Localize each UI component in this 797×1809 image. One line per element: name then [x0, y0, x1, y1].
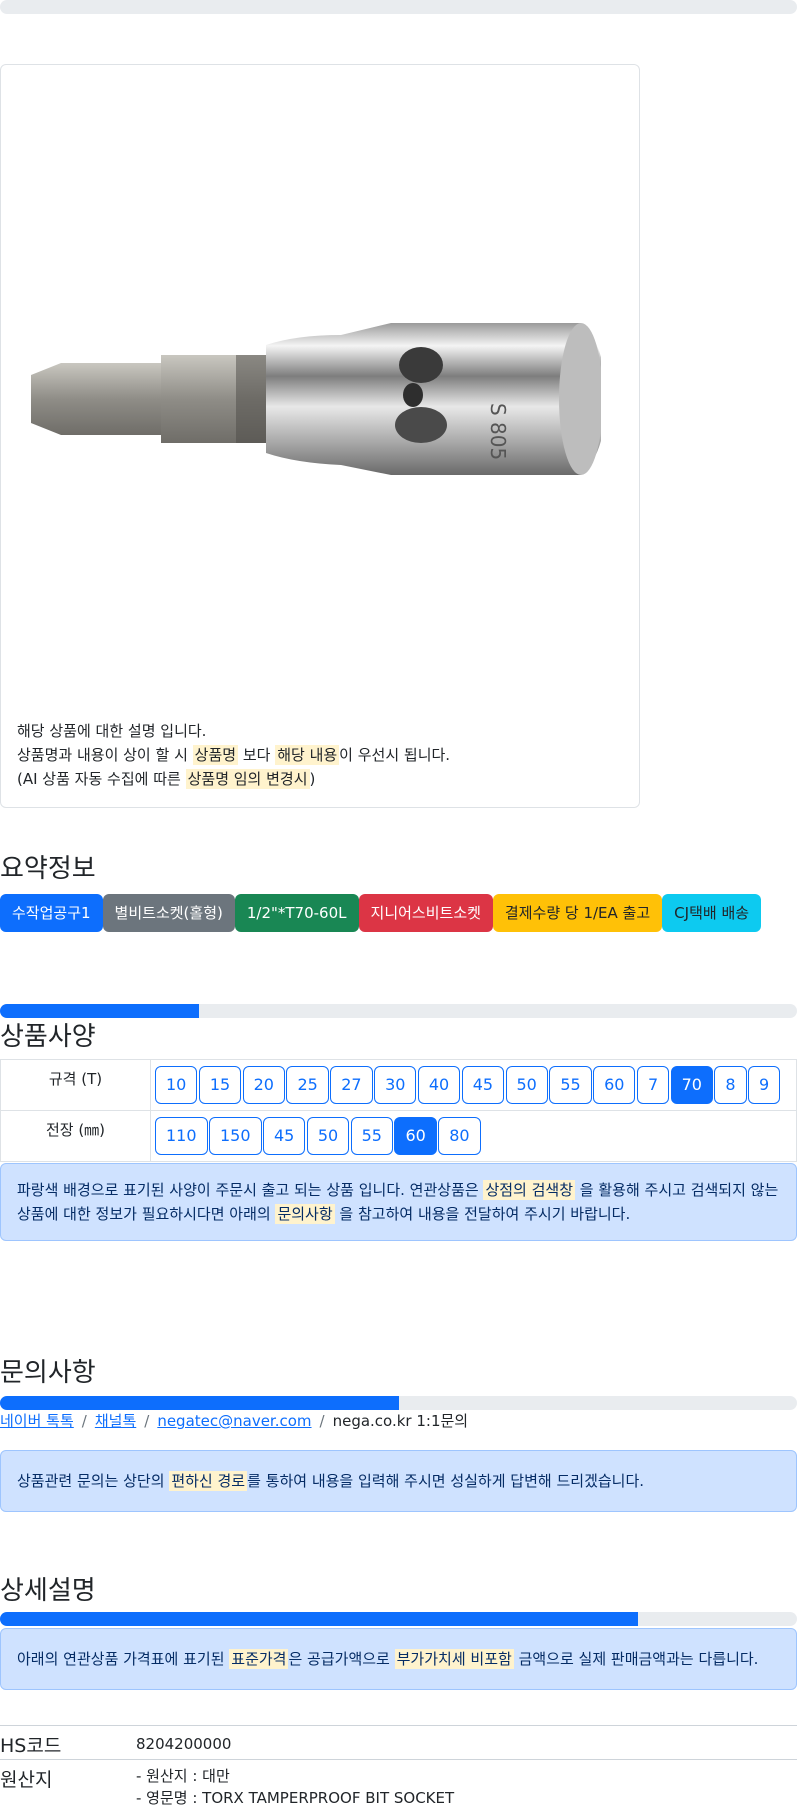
spec-label: 전장 (㎜) [0, 1110, 151, 1162]
spec-option[interactable]: 55 [350, 1117, 393, 1155]
spec-row-length: 전장 (㎜) 110 150 45 50 55 60 80 [0, 1110, 797, 1162]
note-text: 보다 [238, 746, 276, 764]
naver-talktalk-link[interactable]: 네이버 톡톡 [0, 1412, 74, 1430]
badge-category[interactable]: 수작업공구1 [0, 894, 103, 932]
site-inquiry-text: nega.co.kr 1:1문의 [332, 1412, 469, 1430]
summary-badges: 수작업공구1 별비트소켓(홀형) 1/2"*T70-60L 지니어스비트소켓 결… [0, 894, 762, 932]
spec-options: 10 15 20 25 27 30 40 45 50 55 60 7 70 8 … [150, 1059, 797, 1111]
alert-highlight: 편하신 경로 [169, 1471, 248, 1491]
detail-title: 상세설명 [0, 1576, 96, 1606]
svg-text:S 805: S 805 [486, 403, 510, 460]
spec-option[interactable]: 50 [505, 1066, 548, 1104]
spec-option[interactable]: 7 [636, 1066, 670, 1104]
origin-values: - 원산지 : 대만 - 영문명 : TORX TAMPERPROOF BIT … [136, 1765, 454, 1809]
spec-title: 상품사양 [0, 1022, 96, 1052]
alert-text: 을 참고하여 내용을 전달하여 주시기 바랍니다. [334, 1205, 631, 1223]
origin-label: 원산지 [0, 1769, 53, 1791]
spec-option[interactable]: 27 [330, 1066, 373, 1104]
spec-alert: 파랑색 배경으로 표기된 사양이 주문시 출고 되는 상품 입니다. 연관상품은… [0, 1163, 797, 1241]
alert-highlight: 상점의 검색창 [483, 1180, 576, 1200]
email-link[interactable]: negatec@naver.com [157, 1412, 311, 1430]
spec-option[interactable]: 110 [155, 1117, 208, 1155]
note-text: 이 우선시 됩니다. [339, 746, 451, 764]
alert-highlight: 부가가치세 비포함 [394, 1649, 514, 1669]
origin-row: 원산지 - 원산지 : 대만 - 영문명 : TORX TAMPERPROOF … [0, 1759, 797, 1808]
spec-option[interactable]: 150 [209, 1117, 262, 1155]
spec-option[interactable]: 60 [593, 1066, 636, 1104]
inquiry-progress-fill [0, 1396, 399, 1410]
alert-highlight: 표준가격 [229, 1649, 289, 1669]
alert-text: 상품관련 문의는 상단의 [17, 1472, 170, 1490]
spec-option[interactable]: 20 [242, 1066, 285, 1104]
origin-country: - 원산지 : 대만 [136, 1767, 230, 1785]
spec-option[interactable]: 55 [549, 1066, 592, 1104]
detail-progress-fill [0, 1612, 638, 1626]
spec-row-size: 규격 (T) 10 15 20 25 27 30 40 45 50 55 60 … [0, 1059, 797, 1111]
hs-code-row: HS코드 8204200000 [0, 1725, 797, 1759]
channeltalk-link[interactable]: 채널톡 [95, 1412, 136, 1430]
note-line-3: (AI 상품 자동 수집에 따른 상품명 임의 변경시) [17, 767, 450, 791]
note-text: (AI 상품 자동 수집에 따른 [17, 770, 186, 788]
note-text: 상품명과 내용이 상이 할 시 [17, 746, 193, 764]
product-image-card: S 805 해당 상품에 대한 설명 입니다. 상품명과 내용이 상이 할 시 … [0, 64, 640, 808]
inquiry-progress-bar [0, 1396, 797, 1410]
summary-title: 요약정보 [0, 854, 96, 884]
spec-option[interactable]: 80 [438, 1117, 481, 1155]
alert-text: 은 공급가액으로 [288, 1650, 395, 1668]
spec-option[interactable]: 45 [263, 1117, 306, 1155]
spec-option[interactable]: 15 [198, 1066, 242, 1104]
alert-text: 아래의 연관상품 가격표에 표기된 [17, 1650, 230, 1668]
spec-option[interactable]: 45 [461, 1066, 505, 1104]
spec-option[interactable]: 40 [417, 1066, 461, 1104]
spec-options: 110 150 45 50 55 60 80 [150, 1110, 797, 1162]
product-note: 해당 상품에 대한 설명 입니다. 상품명과 내용이 상이 할 시 상품명 보다… [17, 719, 450, 791]
badge-spec[interactable]: 1/2"*T70-60L [234, 894, 359, 932]
link-separator: / [144, 1412, 150, 1430]
origin-english-name: - 영문명 : TORX TAMPERPROOF BIT SOCKET [136, 1789, 455, 1807]
inquiry-title: 문의사항 [0, 1358, 96, 1388]
spec-option-selected[interactable]: 60 [394, 1117, 437, 1155]
spec-label: 규격 (T) [0, 1059, 151, 1111]
alert-highlight: 문의사항 [275, 1204, 335, 1224]
spec-table: 규격 (T) 10 15 20 25 27 30 40 45 50 55 60 … [0, 1059, 797, 1162]
spec-option[interactable]: 9 [748, 1066, 781, 1104]
alert-text: 파랑색 배경으로 표기된 사양이 주문시 출고 되는 상품 입니다. 연관상품은 [17, 1181, 484, 1199]
note-highlight: 상품명 [192, 745, 239, 765]
spec-option[interactable]: 30 [374, 1066, 417, 1104]
hs-code-label: HS코드 [0, 1735, 62, 1757]
note-highlight: 해당 내용 [275, 745, 340, 765]
note-text: ) [309, 770, 316, 788]
torx-bit-socket-image: S 805 [31, 323, 601, 475]
spec-progress-bar [0, 1004, 797, 1018]
badge-quantity[interactable]: 결제수량 당 1/EA 출고 [492, 894, 663, 932]
top-progress-bar [0, 0, 797, 14]
note-line-1: 해당 상품에 대한 설명 입니다. [17, 722, 207, 740]
spec-option[interactable]: 8 [714, 1066, 747, 1104]
link-separator: / [319, 1412, 325, 1430]
spec-option[interactable]: 10 [155, 1066, 198, 1104]
badge-brand[interactable]: 지니어스비트소켓 [358, 894, 493, 932]
note-highlight: 상품명 임의 변경시 [185, 769, 310, 789]
inquiry-alert: 상품관련 문의는 상단의 편하신 경로 를 통하여 내용을 입력해 주시면 성실하… [0, 1450, 797, 1512]
note-line-2: 상품명과 내용이 상이 할 시 상품명 보다 해당 내용 이 우선시 됩니다. [17, 743, 450, 767]
alert-text: 금액으로 실제 판매금액과는 다릅니다. [513, 1650, 759, 1668]
spec-option-selected[interactable]: 70 [670, 1066, 713, 1104]
alert-text: 를 통하여 내용을 입력해 주시면 성실하게 답변해 드리겠습니다. [247, 1472, 645, 1490]
hs-code-value: 8204200000 [136, 1735, 232, 1753]
spec-option[interactable]: 25 [286, 1066, 329, 1104]
inquiry-links: 네이버 톡톡 / 채널톡 / negatec@naver.com / nega.co.kr … [0, 1410, 468, 1431]
spec-option[interactable]: 50 [306, 1117, 350, 1155]
badge-shipping[interactable]: CJ택배 배송 [662, 894, 762, 932]
detail-progress-bar [0, 1612, 797, 1626]
detail-alert: 아래의 연관상품 가격표에 표기된 표준가격 은 공급가액으로 부가가치세 비포함… [0, 1628, 797, 1690]
badge-type[interactable]: 별비트소켓(홀형) [102, 894, 235, 932]
link-separator: / [81, 1412, 87, 1430]
